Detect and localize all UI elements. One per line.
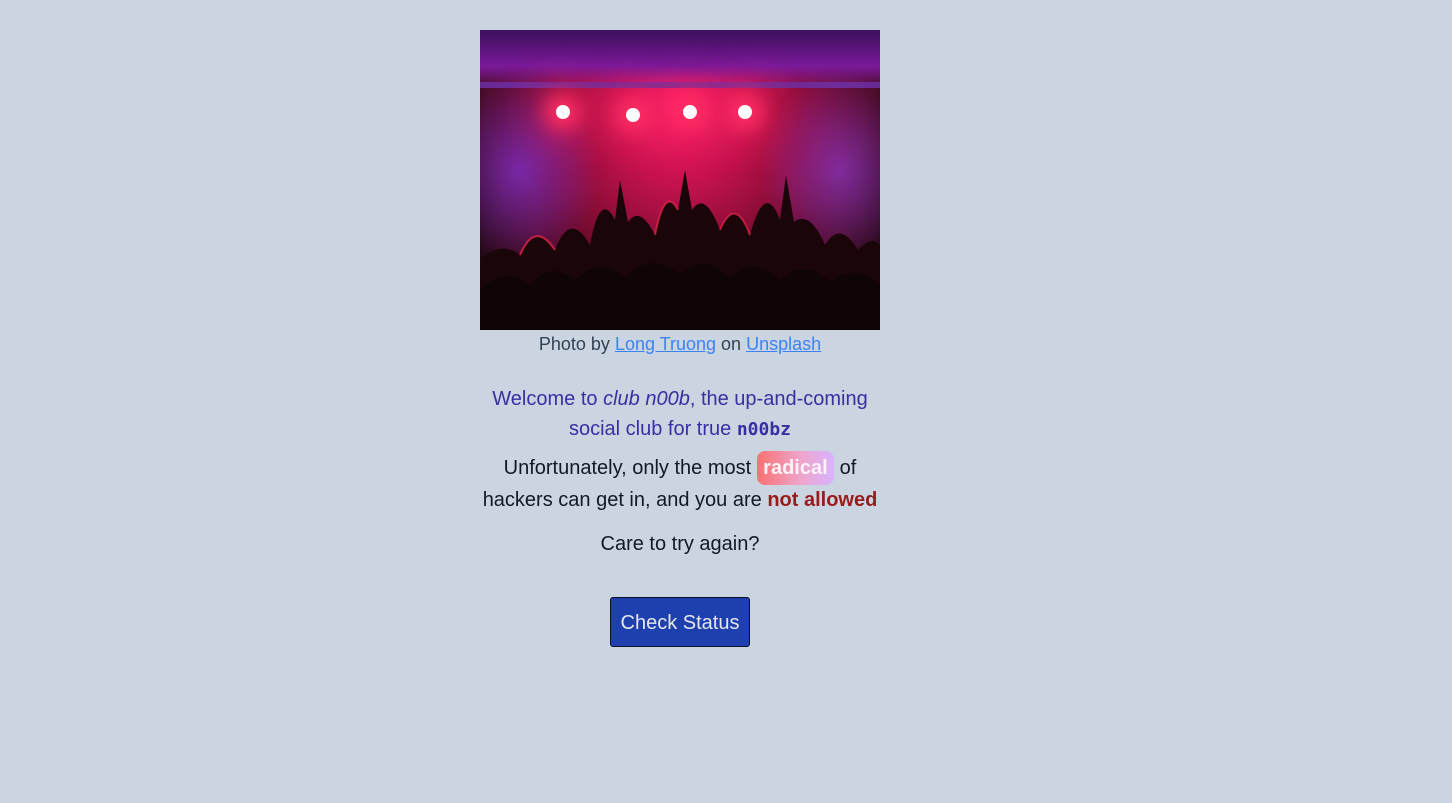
credit-middle: on [721, 334, 742, 354]
club-name: club n00b [603, 388, 690, 410]
stage-light [556, 105, 570, 119]
stage-light [683, 105, 697, 119]
code-word: n00bz [736, 419, 792, 440]
unsplash-link[interactable]: Unsplash [746, 334, 821, 354]
stage-light [738, 105, 752, 119]
access-lead: Unfortunately, only the most [503, 457, 752, 479]
credit-prefix: Photo by [538, 334, 610, 354]
author-link[interactable]: Long Truong [615, 334, 716, 354]
stage-light [626, 108, 640, 122]
concert-photo [480, 30, 880, 330]
radical-badge: radical [757, 451, 834, 485]
crowd-silhouette [480, 170, 880, 330]
access-verdict: not allowed [767, 489, 878, 511]
photo-credit: Photo by Long Truong on Unsplash [480, 334, 880, 354]
retry-prompt: Care to try again? [600, 533, 760, 555]
main-content: Photo by Long Truong on Unsplash Welcome… [480, 30, 880, 647]
welcome-lead: Welcome to [492, 388, 598, 410]
access-message: Unfortunately, only the most radical of ha… [480, 451, 880, 515]
welcome-message: Welcome to club n00b, the up-and-coming … [480, 384, 880, 445]
check-status-button[interactable]: Check Status [609, 597, 751, 647]
